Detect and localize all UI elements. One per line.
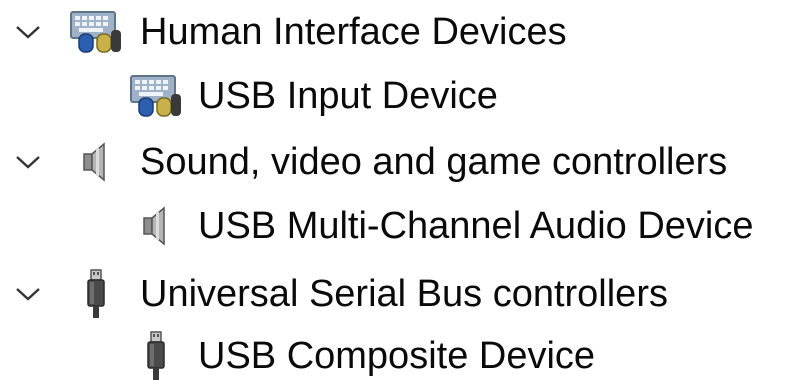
tree-device-usb-multi-channel-audio-device[interactable]: USB Multi-Channel Audio Device bbox=[126, 194, 754, 258]
tree-category-label: Universal Serial Bus controllers bbox=[140, 273, 668, 315]
tree-device-label: USB Composite Device bbox=[198, 335, 596, 377]
keyboard-mouse-icon bbox=[126, 68, 186, 124]
usb-plug-icon bbox=[126, 328, 186, 384]
speaker-icon bbox=[66, 134, 126, 190]
usb-plug-icon bbox=[66, 266, 126, 322]
chevron-down-icon[interactable] bbox=[8, 12, 48, 52]
tree-device-label: USB Input Device bbox=[198, 75, 498, 117]
chevron-down-icon[interactable] bbox=[8, 142, 48, 182]
tree-device-label: USB Multi-Channel Audio Device bbox=[198, 205, 754, 247]
tree-category-human-interface-devices[interactable]: Human Interface Devices bbox=[8, 0, 567, 64]
keyboard-mouse-icon bbox=[66, 4, 126, 60]
tree-device-usb-input-device[interactable]: USB Input Device bbox=[126, 64, 498, 128]
device-tree: Human Interface Devices USB Input Device bbox=[0, 0, 797, 387]
chevron-down-icon[interactable] bbox=[8, 274, 48, 314]
tree-category-sound-video-game-controllers[interactable]: Sound, video and game controllers bbox=[8, 130, 727, 194]
tree-category-label: Sound, video and game controllers bbox=[140, 141, 728, 183]
speaker-icon bbox=[126, 198, 186, 254]
tree-category-label: Human Interface Devices bbox=[140, 11, 567, 53]
tree-device-usb-composite-device[interactable]: USB Composite Device bbox=[126, 324, 595, 388]
tree-category-universal-serial-bus-controllers[interactable]: Universal Serial Bus controllers bbox=[8, 262, 668, 326]
